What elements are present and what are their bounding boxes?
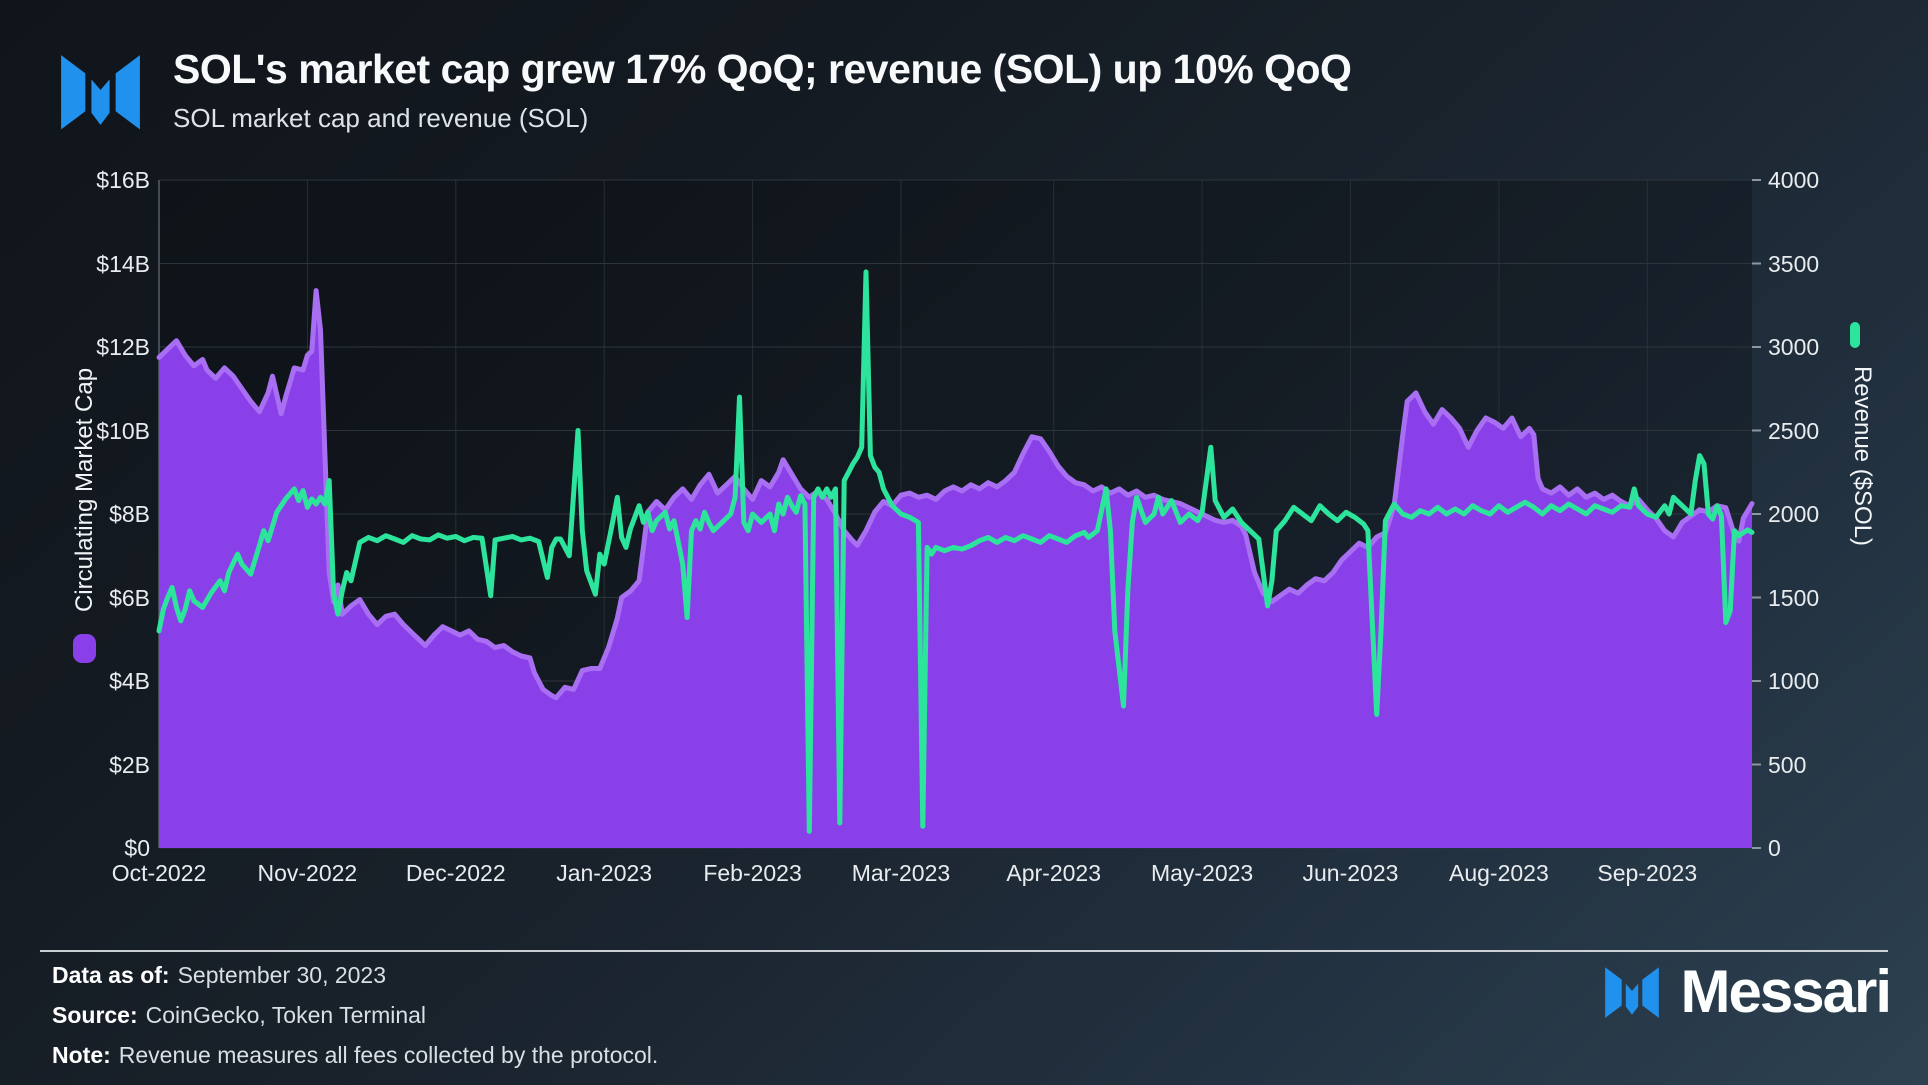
messari-chart-card: SOL's market cap grew 17% QoQ; revenue (… (0, 0, 1928, 1085)
plot (0, 0, 1928, 1085)
x-tick-label: Apr-2023 (974, 860, 1134, 886)
y-right-tick-label: 3000 (1768, 334, 1858, 360)
note-value: Revenue measures all fees collected by t… (119, 1042, 659, 1068)
y-right-tick-label: 2000 (1768, 501, 1858, 527)
y-right-tick-label: 4000 (1768, 167, 1858, 193)
data-as-of-label: Data as of: (52, 962, 170, 988)
note-label: Note: (52, 1042, 111, 1068)
y-left-tick-label: $2B (30, 752, 150, 778)
note-line: Note: Revenue measures all fees collected… (52, 1042, 658, 1069)
x-tick-label: Jan-2023 (524, 860, 684, 886)
x-tick-label: Oct-2022 (79, 860, 239, 886)
right-axis-title: Revenue ($SOL) (1848, 316, 1876, 596)
x-tick-label: Aug-2023 (1419, 860, 1579, 886)
y-right-tick-label: 1500 (1768, 585, 1858, 611)
y-left-tick-label: $14B (30, 251, 150, 277)
y-left-tick-label: $16B (30, 167, 150, 193)
y-right-tick-label: 1000 (1768, 668, 1858, 694)
chart-subtitle: SOL market cap and revenue (SOL) (173, 103, 1351, 134)
y-right-tick-label: 3500 (1768, 251, 1858, 277)
market-cap-legend-swatch (73, 634, 96, 663)
source-line: Source: CoinGecko, Token Terminal (52, 1002, 426, 1029)
y-right-tick-label: 2500 (1768, 418, 1858, 444)
left-axis-title: Circulating Market Cap (71, 330, 99, 650)
x-tick-label: Jun-2023 (1270, 860, 1430, 886)
x-tick-label: Dec-2022 (376, 860, 536, 886)
messari-wordmark: Messari (1681, 957, 1890, 1026)
header: SOL's market cap grew 17% QoQ; revenue (… (52, 34, 1351, 146)
messari-logo-icon (52, 34, 149, 146)
x-tick-label: Feb-2023 (673, 860, 833, 886)
y-right-tick-label: 0 (1768, 835, 1858, 861)
source-value: CoinGecko, Token Terminal (146, 1002, 426, 1028)
revenue-legend-swatch (1850, 322, 1860, 348)
y-left-tick-label: $0 (30, 835, 150, 861)
header-text: SOL's market cap grew 17% QoQ; revenue (… (173, 46, 1351, 134)
data-as-of-line: Data as of: September 30, 2023 (52, 962, 386, 989)
data-as-of-value: September 30, 2023 (178, 962, 386, 988)
x-tick-label: Sep-2023 (1567, 860, 1727, 886)
y-left-tick-label: $4B (30, 668, 150, 694)
y-right-tick-label: 500 (1768, 752, 1858, 778)
x-tick-label: Nov-2022 (227, 860, 387, 886)
x-tick-label: Mar-2023 (821, 860, 981, 886)
source-label: Source: (52, 1002, 138, 1028)
messari-logo-icon (1599, 952, 1665, 1030)
footer-brand: Messari (1599, 952, 1890, 1030)
x-tick-label: May-2023 (1122, 860, 1282, 886)
chart-title: SOL's market cap grew 17% QoQ; revenue (… (173, 46, 1351, 93)
